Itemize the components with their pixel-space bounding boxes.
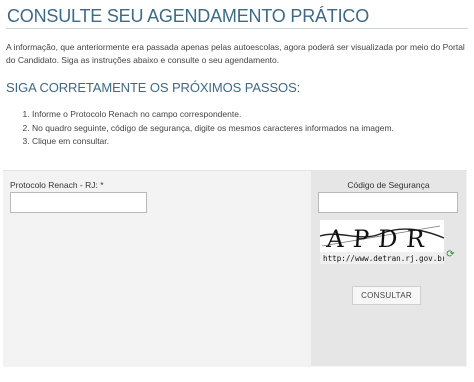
steps-list: Informe o Protocolo Renach no campo corr…	[18, 108, 394, 149]
refresh-icon[interactable]: ⟳	[445, 249, 456, 260]
step-item: Informe o Protocolo Renach no campo corr…	[32, 108, 394, 122]
intro-text: A informação, que anteriormente era pass…	[6, 42, 465, 65]
step-item: No quadro seguinte, código de segurança,…	[32, 122, 394, 136]
protocolo-label: Protocolo Renach - RJ: *	[10, 180, 104, 190]
step-item: Clique em consultar.	[32, 135, 394, 149]
captcha-text: APDR	[325, 225, 435, 253]
protocolo-input[interactable]	[10, 192, 147, 213]
title-divider	[6, 28, 468, 29]
codigo-input[interactable]	[318, 192, 458, 213]
captcha-url: http://www.detran.rj.gov.br	[323, 254, 444, 263]
consultar-button[interactable]: CONSULTAR	[352, 286, 421, 305]
codigo-label: Código de Segurança	[347, 180, 430, 190]
steps-heading: SIGA CORRETAMENTE OS PRÓXIMOS PASSOS:	[6, 80, 301, 95]
page-title: CONSULTE SEU AGENDAMENTO PRÁTICO	[7, 6, 369, 26]
captcha-image: APDR http://www.detran.rj.gov.br	[320, 220, 444, 264]
